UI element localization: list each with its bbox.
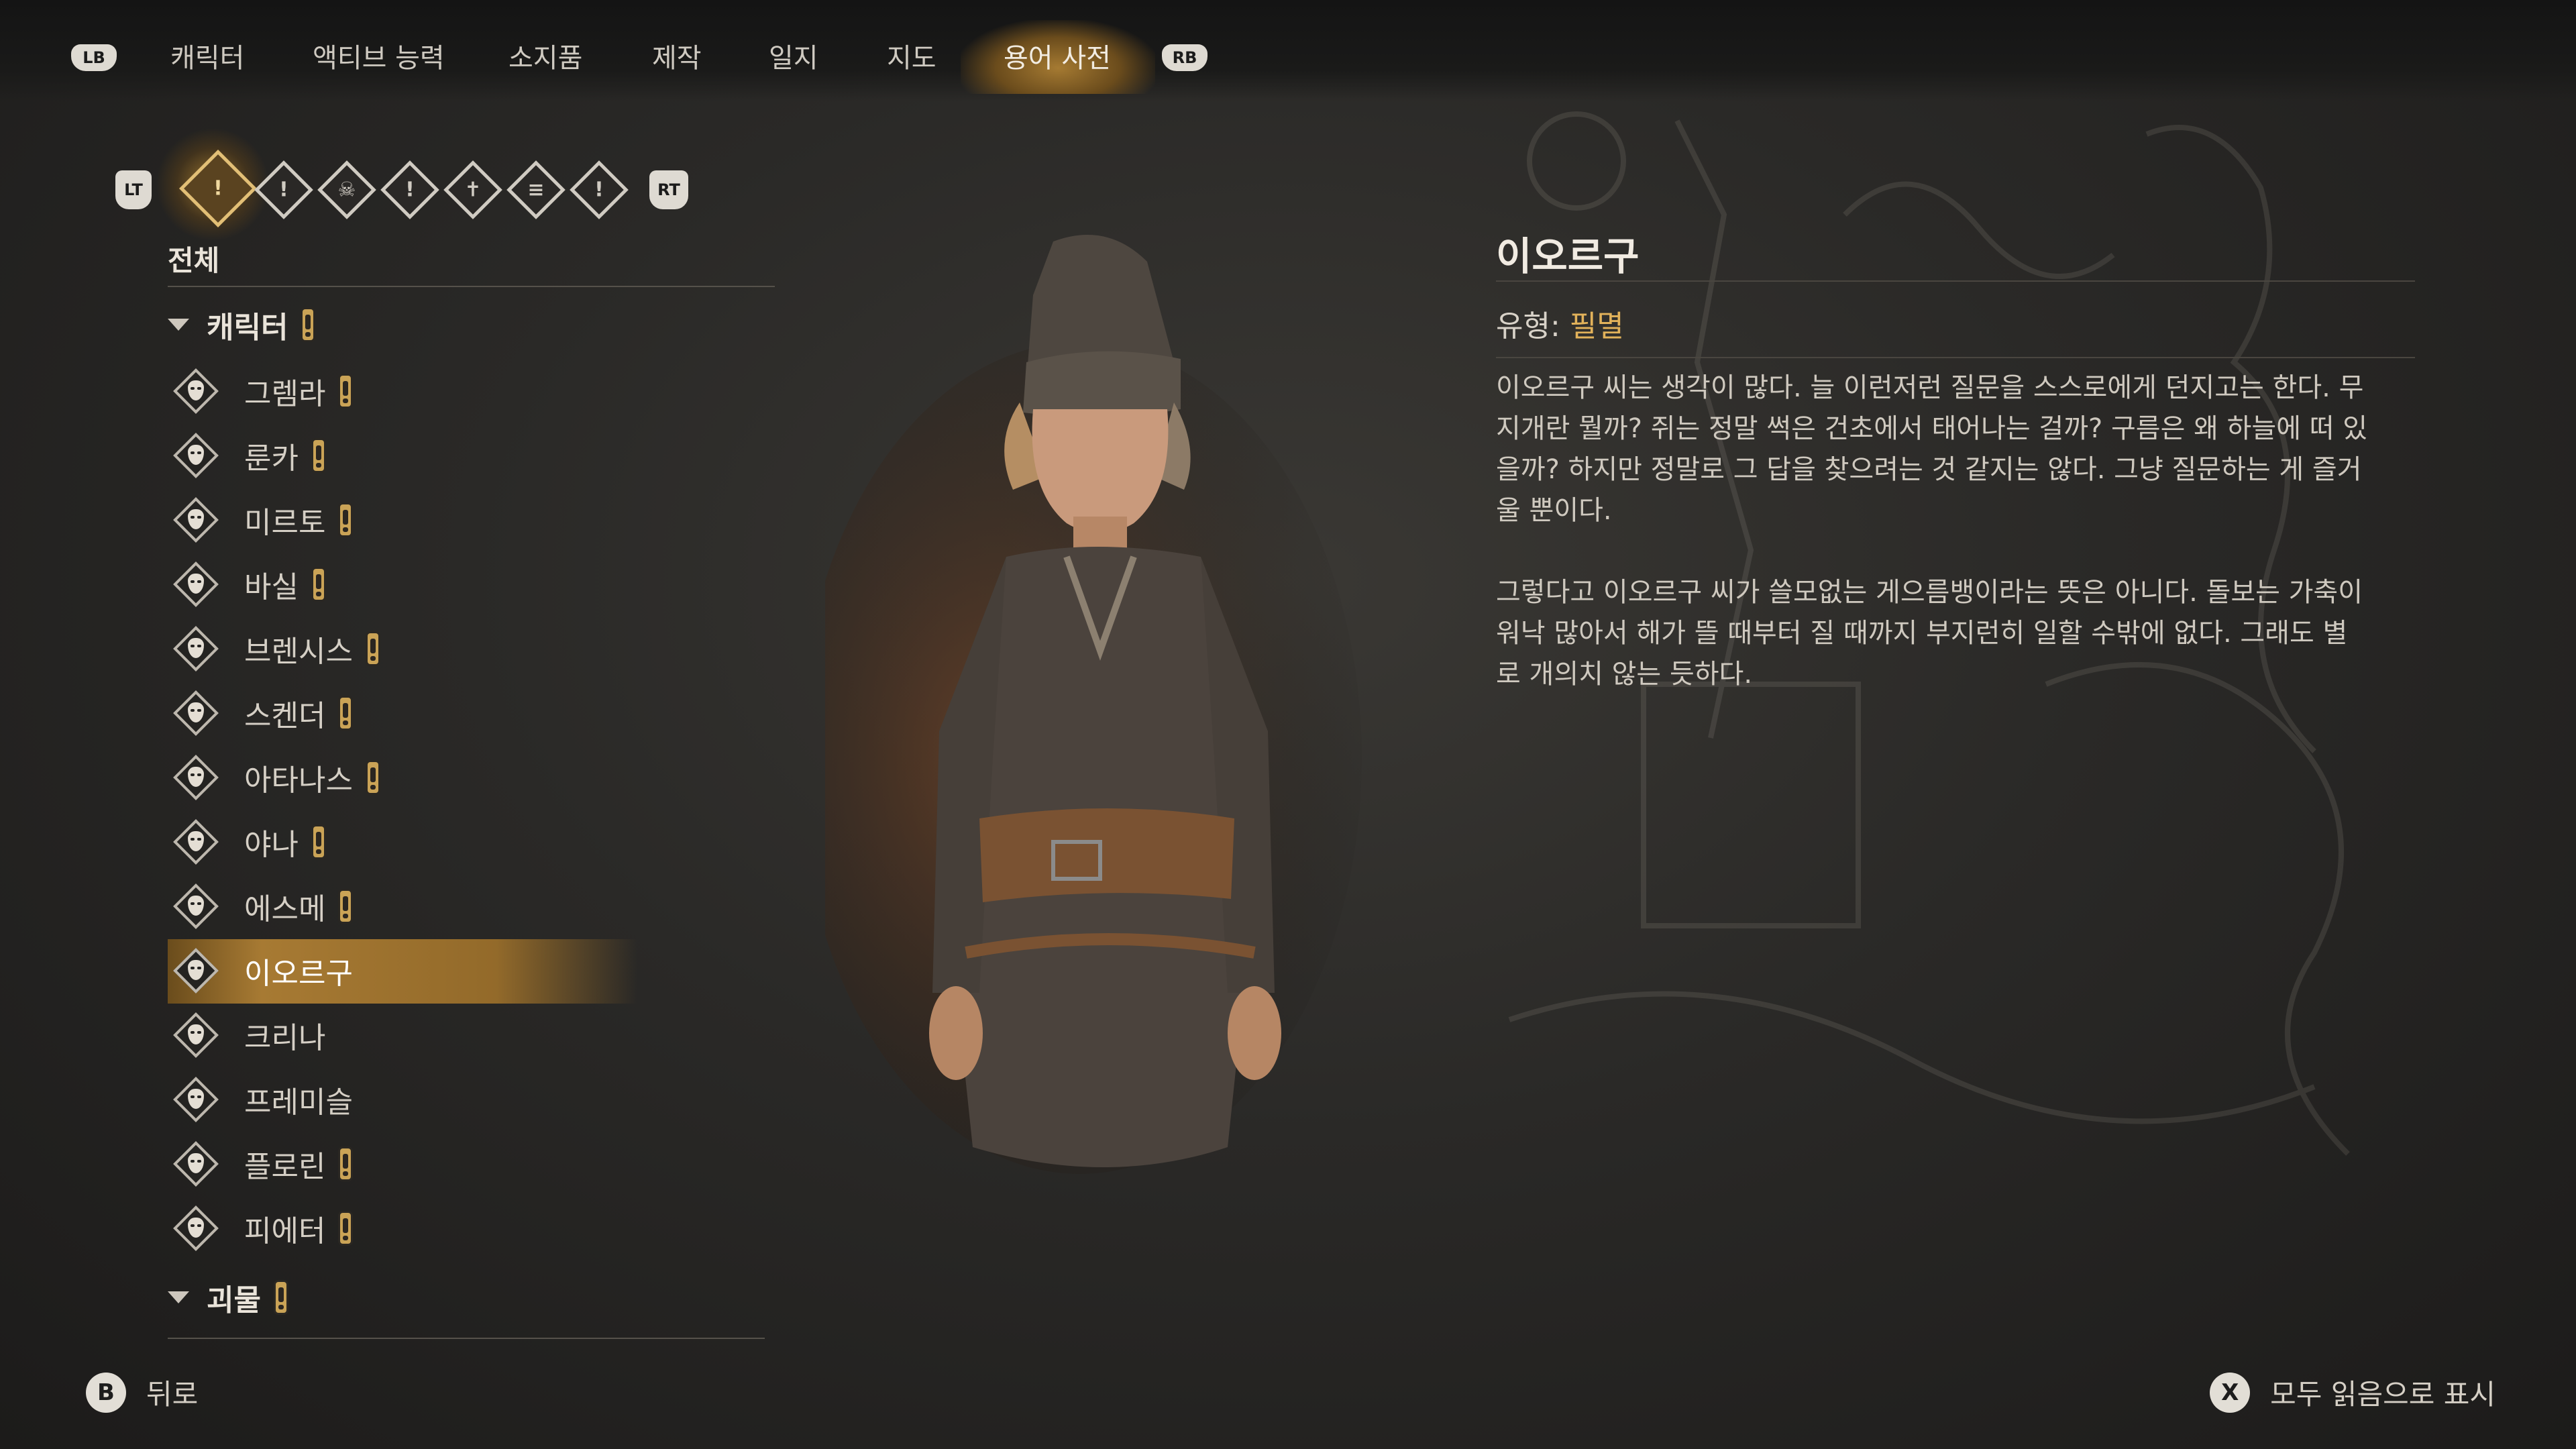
list-item[interactable]: 에스메	[168, 876, 637, 936]
tab-map[interactable]: 지도	[887, 36, 936, 75]
x-button-icon: X	[2210, 1372, 2251, 1413]
character-mask-icon	[173, 497, 219, 543]
unread-icon	[303, 309, 314, 340]
back-prompt[interactable]: B 뒤로	[86, 1372, 198, 1413]
unread-icon	[313, 440, 324, 471]
unread-icon	[340, 891, 352, 922]
character-mask-icon	[173, 433, 219, 478]
tab-glossary[interactable]: 용어 사전	[1004, 36, 1111, 75]
character-mask-icon	[173, 561, 219, 607]
mark-all-read-label: 모두 읽음으로 표시	[2270, 1378, 2496, 1411]
unread-icon	[340, 376, 352, 407]
list-item-label: 룬카	[244, 441, 299, 476]
entry-type: 유형: 필멸	[1496, 302, 1624, 345]
character-mask-icon	[173, 819, 219, 865]
list-item-label: 아타나스	[244, 763, 353, 798]
unread-icon	[340, 504, 352, 535]
category-characters[interactable]: 캐릭터	[168, 303, 314, 346]
list-item-label: 야나	[244, 828, 299, 862]
entry-type-label: 유형:	[1496, 309, 1560, 343]
list-item[interactable]: 바실	[168, 554, 637, 614]
character-mask-icon	[173, 1012, 219, 1058]
b-button-icon: B	[86, 1372, 126, 1413]
list-item-label: 피에터	[244, 1214, 326, 1248]
list-item[interactable]: 프레미슬	[168, 1069, 637, 1130]
list-item[interactable]: 크리나	[168, 1005, 637, 1065]
list-item[interactable]: 미르토	[168, 490, 637, 550]
rb-button[interactable]: RB	[1162, 44, 1208, 71]
type-divider	[1496, 357, 2415, 358]
list-item[interactable]: 룬카	[168, 425, 637, 486]
list-item[interactable]: 야나	[168, 812, 637, 872]
list-item-label: 크리나	[244, 1021, 326, 1055]
character-mask-icon	[173, 1077, 219, 1122]
tab-character[interactable]: 캐릭터	[170, 36, 244, 75]
character-mask-icon	[173, 1205, 219, 1251]
entry-type-value: 필멸	[1569, 309, 1624, 343]
unread-icon	[340, 1148, 352, 1179]
character-mask-icon	[173, 948, 219, 994]
list-item-label: 이오르구	[244, 957, 353, 991]
list-item[interactable]: 아타나스	[168, 747, 637, 808]
unread-icon	[313, 826, 324, 857]
category-label: 괴물	[207, 1283, 261, 1318]
unread-icon	[340, 698, 352, 729]
unread-icon	[367, 633, 378, 664]
lb-button[interactable]: LB	[71, 44, 117, 71]
rt-button[interactable]: RT	[649, 170, 688, 209]
list-item-label: 에스메	[244, 892, 326, 926]
tab-journal[interactable]: 일지	[769, 36, 818, 75]
list-item-label: 미르토	[244, 506, 326, 540]
place-filter-icon[interactable]: ✝	[443, 160, 502, 219]
mark-all-read-prompt[interactable]: X 모두 읽음으로 표시	[2210, 1372, 2496, 1413]
list-item-selected[interactable]: 이오르구	[168, 941, 637, 1001]
list-item-label: 브렌시스	[244, 635, 353, 669]
category-label: 캐릭터	[207, 311, 288, 345]
list-item-label: 플로린	[244, 1150, 326, 1184]
scroll-filter-icon[interactable]: ≡	[506, 160, 566, 219]
unread-icon	[313, 569, 324, 600]
description-paragraph-1: 이오르구 씨는 생각이 많다. 늘 이런저런 질문을 스스로에게 던지고는 한다…	[1496, 372, 2368, 526]
faction-filter-icon[interactable]: !	[380, 160, 439, 219]
list-item[interactable]: 브렌시스	[168, 619, 637, 679]
chevron-down-icon	[168, 1291, 189, 1303]
list-item-label: 스켄더	[244, 699, 326, 733]
description-paragraph-2: 그렇다고 이오르구 씨가 쓸모없는 게으름뱅이라는 뜻은 아니다. 돌보는 가축…	[1496, 577, 2363, 690]
list-item-label: 바실	[244, 570, 299, 604]
entry-title: 이오르구	[1496, 233, 1640, 279]
chevron-down-icon	[168, 319, 189, 331]
monster-filter-icon[interactable]: ☠	[317, 160, 376, 219]
list-item[interactable]: 스켄더	[168, 683, 637, 743]
list-item[interactable]: 피에터	[168, 1198, 637, 1258]
character-mask-icon	[173, 368, 219, 414]
tab-inventory[interactable]: 소지품	[508, 36, 582, 75]
tab-active-abilities[interactable]: 액티브 능력	[313, 36, 445, 75]
character-portrait	[798, 221, 1395, 1201]
unread-icon	[275, 1282, 286, 1313]
character-mask-icon	[173, 690, 219, 736]
section-divider	[168, 286, 775, 287]
list-item-label: 그렘라	[244, 377, 326, 411]
character-mask-icon	[173, 1141, 219, 1187]
list-section-title: 전체	[168, 244, 220, 277]
misc-filter-icon[interactable]: !	[570, 160, 629, 219]
unread-icon	[367, 762, 378, 793]
lt-button[interactable]: LT	[115, 170, 152, 209]
character-mask-icon	[173, 626, 219, 672]
unread-icon	[340, 1213, 352, 1244]
list-bottom-divider	[168, 1338, 765, 1339]
list-item[interactable]: 그렘라	[168, 361, 637, 421]
character-mask-icon	[173, 883, 219, 929]
title-divider	[1496, 280, 2415, 282]
list-item[interactable]: 플로린	[168, 1134, 637, 1194]
list-item-label: 프레미슬	[244, 1085, 353, 1120]
category-monsters[interactable]: 괴물	[168, 1276, 286, 1319]
entry-description: 이오르구 씨는 생각이 많다. 늘 이런저런 질문을 스스로에게 던지고는 한다…	[1496, 368, 2368, 736]
character-mask-icon	[173, 755, 219, 800]
back-label: 뒤로	[146, 1378, 199, 1411]
tab-crafting[interactable]: 제작	[652, 36, 702, 75]
